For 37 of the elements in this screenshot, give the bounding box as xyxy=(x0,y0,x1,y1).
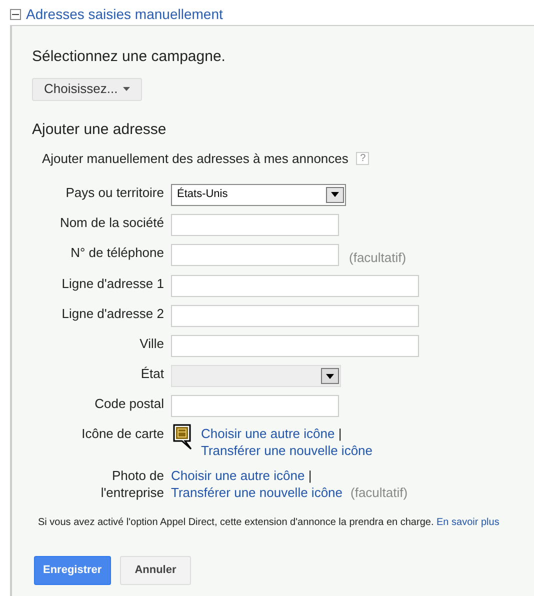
text-field[interactable] xyxy=(171,395,339,417)
field-label: Code postal xyxy=(94,396,164,411)
field-label: Ligne d'adresse 1 xyxy=(62,276,164,291)
upload-icon-link[interactable]: Transférer une nouvelle icône xyxy=(171,485,343,500)
field-label: Icône de carte xyxy=(82,425,164,442)
save-button[interactable]: Enregistrer xyxy=(34,556,111,585)
option-label: Ajouter manuellement des adresses à mes annonces xyxy=(42,150,348,168)
field-label: N° de téléphone xyxy=(70,244,164,260)
field-label: État xyxy=(140,366,164,381)
text-field[interactable] xyxy=(171,244,339,266)
campaign-prompt: Sélectionnez une campagne. xyxy=(32,47,226,67)
collapse-icon[interactable] xyxy=(10,9,21,20)
text-field[interactable] xyxy=(171,305,419,327)
notice-text: Si vous avez activé l'option Appel Direct, cette extension d'annonce la prendra en charge. xyxy=(38,517,434,528)
field-label: Ville xyxy=(140,336,164,351)
text-field[interactable] xyxy=(171,335,419,357)
link-separator: | xyxy=(337,426,342,441)
section-heading: Ajouter une adresse xyxy=(32,120,168,140)
optional-note: (facultatif) xyxy=(349,248,406,267)
field-label: Photo de l'entreprise xyxy=(100,467,164,501)
upload-icon-link[interactable]: Transférer une nouvelle icône xyxy=(201,443,373,458)
field-label: Ligne d'adresse 2 xyxy=(62,306,164,321)
optional-note: (facultatif) xyxy=(350,485,408,500)
field-label: Nom de la société xyxy=(60,214,164,230)
choose-icon-link[interactable]: Choisir une autre icône xyxy=(201,426,335,441)
text-field[interactable] xyxy=(171,275,419,297)
link-separator: | xyxy=(307,468,312,483)
dropdown-field[interactable]: États-Unis xyxy=(171,184,346,206)
dropdown-arrow-icon xyxy=(122,87,130,91)
cancel-button[interactable]: Annuler xyxy=(120,556,192,585)
section-title[interactable]: Adresses saisies manuellement xyxy=(26,4,223,25)
choose-icon-link[interactable]: Choisir une autre icône xyxy=(171,468,305,483)
field-label: Pays ou territoire xyxy=(66,184,164,200)
learn-more-link[interactable]: En savoir plus xyxy=(436,517,500,528)
campaign-dropdown[interactable]: Choisissez... xyxy=(32,78,142,100)
text-field[interactable] xyxy=(171,214,339,236)
help-icon[interactable]: ? xyxy=(356,152,370,166)
